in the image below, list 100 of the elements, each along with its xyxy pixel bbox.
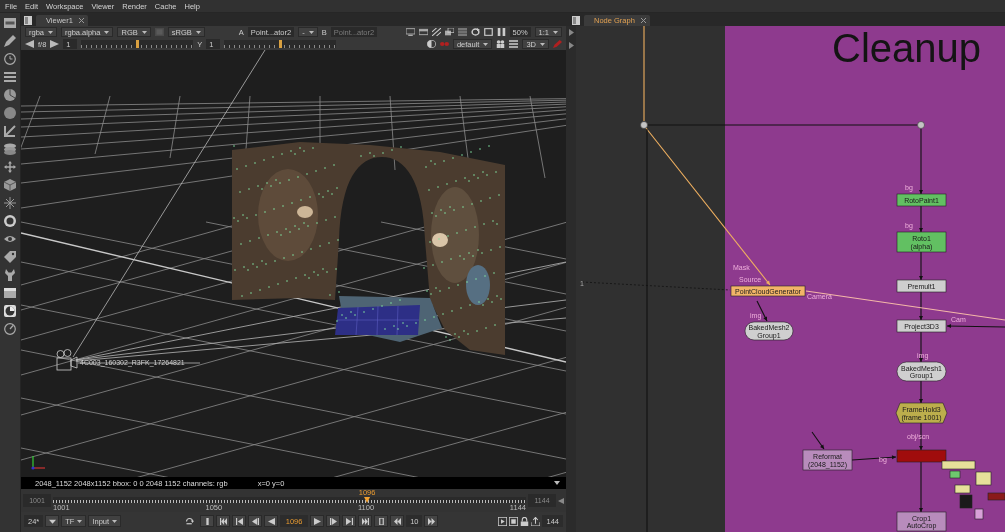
figures-icon[interactable] (496, 40, 506, 48)
first-frame-button[interactable] (216, 515, 231, 527)
play-button[interactable] (310, 515, 325, 527)
square-icon[interactable] (509, 516, 519, 526)
exposure-slider[interactable] (81, 40, 194, 48)
slider-thumb[interactable] (136, 40, 140, 48)
next-frame-button[interactable] (326, 515, 341, 527)
skip-back-button[interactable] (390, 515, 405, 527)
small-node[interactable] (959, 494, 973, 509)
small-node[interactable] (975, 471, 992, 486)
gamma-slider[interactable] (224, 40, 337, 48)
skip-start-icon (219, 517, 227, 525)
caret-icon (48, 517, 56, 525)
ring-icon[interactable] (4, 215, 16, 227)
bar-icon (203, 517, 211, 525)
play-backward-icon (267, 517, 275, 525)
small-node[interactable] (987, 492, 1005, 501)
close-icon[interactable] (640, 18, 646, 23)
refresh-icon[interactable] (470, 28, 480, 36)
previous-frame-button[interactable] (248, 515, 263, 527)
axis-icon (31, 455, 46, 470)
frame-forward-icon (329, 517, 337, 525)
out-point-button[interactable] (374, 515, 389, 527)
bar-icon (377, 517, 385, 525)
caret-icon (48, 30, 53, 34)
gauge-icon[interactable] (4, 323, 16, 335)
caret-icon (308, 30, 314, 34)
caret-left-icon[interactable] (25, 40, 34, 48)
play-backward-button[interactable] (264, 515, 279, 527)
circle-icon[interactable] (4, 107, 16, 119)
skip-forward-button[interactable] (424, 515, 439, 527)
double-right-icon (427, 517, 435, 525)
caret-icon (553, 30, 558, 34)
tag-icon[interactable] (4, 251, 16, 263)
pen-icon[interactable] (4, 35, 16, 47)
caret-icon[interactable] (554, 481, 560, 485)
pie-tile-icon[interactable] (4, 305, 16, 317)
frame-back-icon (251, 517, 259, 525)
caret-icon (112, 519, 118, 523)
fps-menu-button[interactable] (45, 515, 60, 527)
point-cloud-drawing[interactable] (232, 142, 505, 355)
stripes-icon[interactable] (431, 28, 441, 36)
step-forward-icon (345, 517, 353, 525)
dot-node[interactable] (917, 121, 925, 129)
viewer-icon[interactable] (4, 17, 16, 29)
sparkle-icon[interactable] (4, 197, 16, 209)
caret-icon (104, 30, 110, 34)
node[interactable] (896, 449, 947, 463)
connection-line (919, 205, 923, 233)
monitor-icon[interactable] (405, 28, 415, 36)
caret-icon (141, 30, 147, 34)
pie-icon[interactable] (4, 89, 16, 101)
dot-node[interactable] (640, 121, 648, 129)
screens-icon[interactable] (444, 28, 454, 36)
connection-line (946, 324, 1005, 329)
dots-icon[interactable] (439, 40, 449, 48)
loop-icon[interactable] (185, 516, 195, 526)
camera-icon[interactable] (56, 349, 78, 371)
next-key-button[interactable] (342, 515, 357, 527)
small-node[interactable] (949, 470, 961, 479)
double-left-icon (393, 517, 401, 525)
list-icon[interactable] (509, 40, 519, 48)
small-node[interactable] (941, 460, 976, 470)
in-point-button[interactable] (200, 515, 215, 527)
playhead[interactable] (364, 497, 371, 503)
slider-thumb[interactable] (279, 40, 283, 48)
eye-icon[interactable] (4, 233, 16, 245)
layers-icon[interactable] (4, 143, 16, 155)
window-icon[interactable] (418, 28, 428, 36)
small-node[interactable] (954, 484, 971, 494)
arrow-icon[interactable] (4, 125, 16, 137)
close-icon[interactable] (78, 18, 84, 23)
scroll-caret-icon (558, 497, 564, 504)
previous-key-button[interactable] (232, 515, 247, 527)
move-icon[interactable] (4, 161, 16, 173)
swatch-icon (154, 28, 164, 36)
backdrop-node[interactable] (725, 26, 1005, 532)
step-back-icon (235, 517, 243, 525)
lines-icon[interactable] (4, 71, 16, 83)
marker-pen-icon[interactable] (553, 40, 562, 48)
clock-icon[interactable] (4, 53, 16, 65)
connection-line (919, 461, 923, 513)
panel-icon[interactable] (4, 287, 16, 299)
connection-line (919, 380, 923, 404)
export-icon[interactable] (531, 516, 541, 526)
lock-icon[interactable] (520, 516, 530, 526)
connection-line (811, 431, 825, 450)
wrench-icon[interactable] (4, 269, 16, 281)
caret-right-icon[interactable] (50, 40, 60, 48)
caret-icon (483, 42, 489, 46)
backdrop-title: Cleanup (832, 26, 981, 70)
pause-icon[interactable] (496, 28, 506, 36)
flipbook-icon[interactable] (498, 516, 508, 526)
small-node[interactable] (974, 508, 984, 520)
timeline-track[interactable] (53, 497, 526, 503)
caret-icon (77, 519, 83, 523)
last-frame-button[interactable] (358, 515, 373, 527)
square-icon[interactable] (483, 28, 493, 36)
play-icon (313, 517, 321, 525)
cube-icon[interactable] (4, 179, 16, 191)
